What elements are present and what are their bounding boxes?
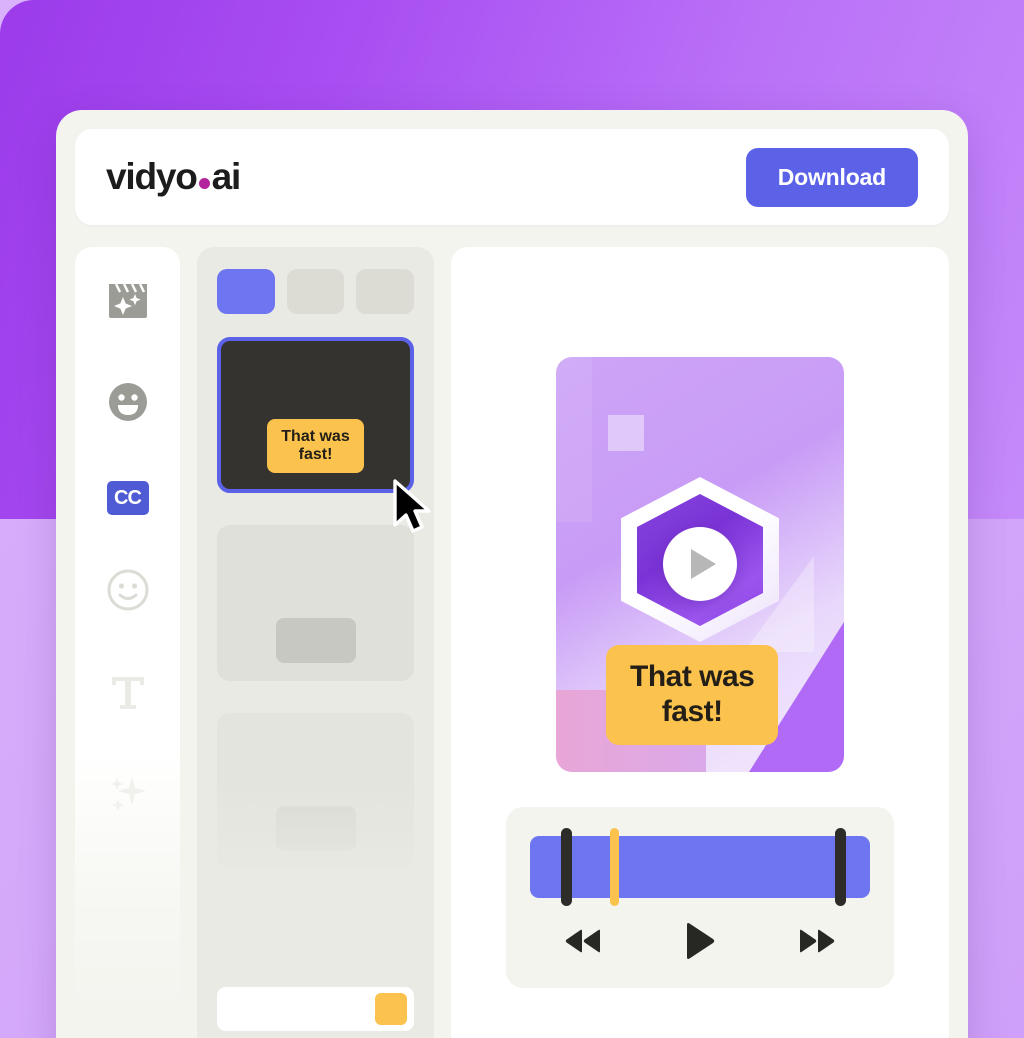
preview-caption-line2: fast! bbox=[661, 695, 723, 729]
clip-card-placeholder-1[interactable] bbox=[217, 525, 414, 681]
clip-tab-3[interactable] bbox=[356, 269, 415, 314]
preview-panel: That was fast! bbox=[451, 247, 949, 1038]
caption-color-swatch[interactable] bbox=[375, 993, 407, 1025]
app-window: vidyo ai Download CC That was fast! That… bbox=[56, 110, 968, 1038]
sidebar-item-text[interactable] bbox=[103, 669, 153, 719]
clip-tabs bbox=[217, 269, 415, 314]
closed-captions-icon: CC bbox=[114, 486, 142, 509]
clip-tab-2[interactable] bbox=[286, 269, 345, 314]
sidebar-item-auto-edit[interactable] bbox=[103, 277, 153, 327]
dot-icon bbox=[198, 178, 210, 189]
clip-caption: That was fast! bbox=[267, 419, 364, 473]
sparkles-icon bbox=[105, 771, 151, 822]
preview-accent-square bbox=[608, 415, 644, 451]
video-preview[interactable]: That was fast! bbox=[556, 357, 844, 772]
hexagon-logo-icon bbox=[620, 477, 780, 647]
timeline-bar[interactable] bbox=[530, 836, 870, 898]
rewind-icon bbox=[563, 927, 603, 960]
clip-tab-1[interactable] bbox=[217, 269, 275, 314]
rewind-button[interactable] bbox=[563, 927, 603, 960]
play-icon bbox=[683, 921, 717, 966]
play-button[interactable] bbox=[683, 921, 717, 966]
clips-footer-bar bbox=[217, 987, 414, 1031]
brand-logo: vidyo ai bbox=[106, 156, 242, 198]
fast-forward-button[interactable] bbox=[797, 927, 837, 960]
preview-accent-block-left bbox=[556, 357, 592, 522]
top-bar: vidyo ai Download bbox=[75, 129, 949, 225]
timeline-panel bbox=[506, 807, 894, 988]
trim-handle-right[interactable] bbox=[835, 828, 846, 906]
playhead-marker[interactable] bbox=[610, 828, 619, 906]
transport-controls bbox=[506, 921, 894, 966]
sidebar-item-effects[interactable] bbox=[103, 771, 153, 821]
smiley-outline-icon bbox=[106, 568, 150, 617]
workspace: CC That was fast! That was fast! bbox=[75, 247, 949, 1038]
smiley-filled-icon bbox=[107, 381, 149, 428]
text-t-icon bbox=[105, 669, 151, 720]
clip-caption-placeholder bbox=[275, 618, 356, 663]
clip-card-placeholder-2[interactable] bbox=[217, 713, 414, 869]
clapperboard-sparkle-icon bbox=[106, 280, 150, 325]
clip-caption-line2: fast! bbox=[298, 446, 333, 464]
clip-caption-placeholder bbox=[275, 806, 356, 851]
brand-name-part2: ai bbox=[211, 156, 242, 197]
clip-caption-line1: That was bbox=[281, 428, 350, 446]
preview-play-button[interactable] bbox=[663, 527, 737, 601]
tool-sidebar: CC bbox=[75, 247, 180, 1038]
clip-card-selected[interactable]: That was fast! bbox=[217, 337, 414, 493]
timeline-track[interactable] bbox=[530, 828, 870, 906]
sidebar-item-closed-captions[interactable]: CC bbox=[106, 481, 149, 515]
preview-caption[interactable]: That was fast! bbox=[606, 645, 779, 745]
sidebar-item-stickers[interactable] bbox=[103, 567, 153, 617]
brand-name-part1: vidyo bbox=[106, 156, 198, 197]
fast-forward-icon bbox=[797, 927, 837, 960]
preview-caption-line1: That was bbox=[630, 660, 755, 694]
sidebar-item-emoji[interactable] bbox=[103, 379, 153, 429]
download-button[interactable]: Download bbox=[745, 147, 918, 207]
play-icon bbox=[691, 549, 716, 579]
clips-panel: That was fast! bbox=[197, 247, 434, 1038]
trim-handle-left[interactable] bbox=[561, 828, 572, 906]
